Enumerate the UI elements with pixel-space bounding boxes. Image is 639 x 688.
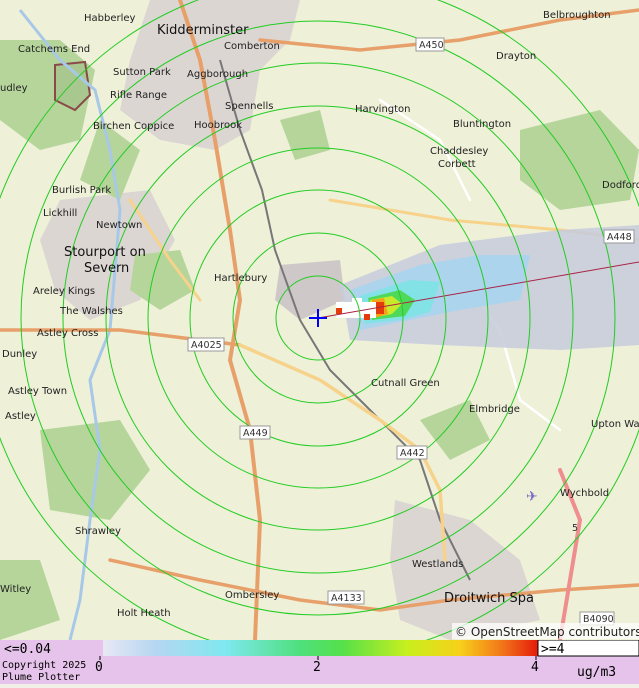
- place-label: Shrawley: [75, 526, 121, 537]
- place-label: Chaddesley: [430, 146, 488, 157]
- road-label: A449: [243, 428, 268, 439]
- place-label: Kidderminster: [157, 23, 249, 38]
- place-label: Birchen Coppice: [93, 121, 174, 132]
- legend-unit: ug/m3: [577, 665, 616, 680]
- place-label: Severn: [84, 261, 129, 276]
- place-label: Upton Wa: [591, 419, 639, 430]
- place-label: Spennells: [225, 101, 273, 112]
- place-label: Stourport on: [64, 245, 146, 260]
- legend-min-label: <=0.04: [4, 642, 51, 657]
- place-label: Cutnall Green: [371, 378, 440, 389]
- place-label: Catchems End: [18, 44, 90, 55]
- road-label: A448: [607, 232, 632, 243]
- place-label: Comberton: [224, 41, 280, 52]
- legend-tick-label: 4: [531, 660, 539, 675]
- place-label: Areley Kings: [33, 286, 95, 297]
- copyright-line1: Copyright 2025: [2, 660, 86, 671]
- place-label: Wychbold: [560, 488, 609, 499]
- place-label: Holt Heath: [117, 608, 171, 619]
- concentration-legend: <=0.04 >=4 0 2 4 ug/m3 Copyright 2025 Pl…: [0, 639, 639, 684]
- place-label: Witley: [0, 584, 31, 595]
- place-label: Belbroughton: [543, 10, 611, 21]
- place-label: Astley Town: [8, 386, 67, 397]
- legend-tick-label: 0: [95, 660, 103, 675]
- place-label: Droitwich Spa: [444, 591, 534, 606]
- place-label: Burlish Park: [52, 185, 111, 196]
- place-label: Sutton Park: [113, 67, 171, 78]
- place-label: Drayton: [496, 51, 536, 62]
- place-label: Lickhill: [43, 208, 77, 219]
- place-label: Habberley: [84, 13, 136, 24]
- road-label: A4133: [331, 593, 362, 604]
- place-label: Hartlebury: [214, 273, 267, 284]
- road-label: 5: [572, 523, 578, 534]
- place-label: Dodford: [602, 180, 639, 191]
- road-label: A4025: [191, 340, 222, 351]
- place-label: Hoobrook: [194, 120, 242, 131]
- legend-tick-label: 2: [313, 660, 321, 675]
- place-label: Bluntington: [453, 119, 511, 130]
- place-label: Elmbridge: [469, 404, 520, 415]
- place-label: Westlands: [412, 559, 463, 570]
- plane-icon: ✈: [526, 489, 538, 505]
- place-label: Aggborough: [187, 69, 248, 80]
- legend-color-scale: [103, 640, 538, 656]
- place-label: Dunley: [2, 349, 37, 360]
- place-label: Newtown: [96, 220, 142, 231]
- place-label: Rifle Range: [110, 90, 167, 101]
- place-label: udley: [0, 83, 28, 94]
- place-label: Astley: [5, 411, 36, 422]
- copyright-line2: Plume Plotter: [2, 672, 80, 683]
- road-label: A442: [400, 448, 425, 459]
- place-label: The Walshes: [59, 306, 123, 317]
- place-label: Harvington: [355, 104, 411, 115]
- road-label: A450: [419, 40, 444, 51]
- place-label: Corbett: [438, 159, 476, 170]
- map-view[interactable]: ✈ A450 A448 A4025 A449 A442 A4133 B4090 …: [0, 0, 639, 640]
- legend-max-label: >=4: [541, 642, 565, 657]
- place-label: Astley Cross: [37, 328, 98, 339]
- place-label: Ombersley: [225, 590, 279, 601]
- attribution-link[interactable]: © OpenStreetMap contributors: [455, 625, 639, 639]
